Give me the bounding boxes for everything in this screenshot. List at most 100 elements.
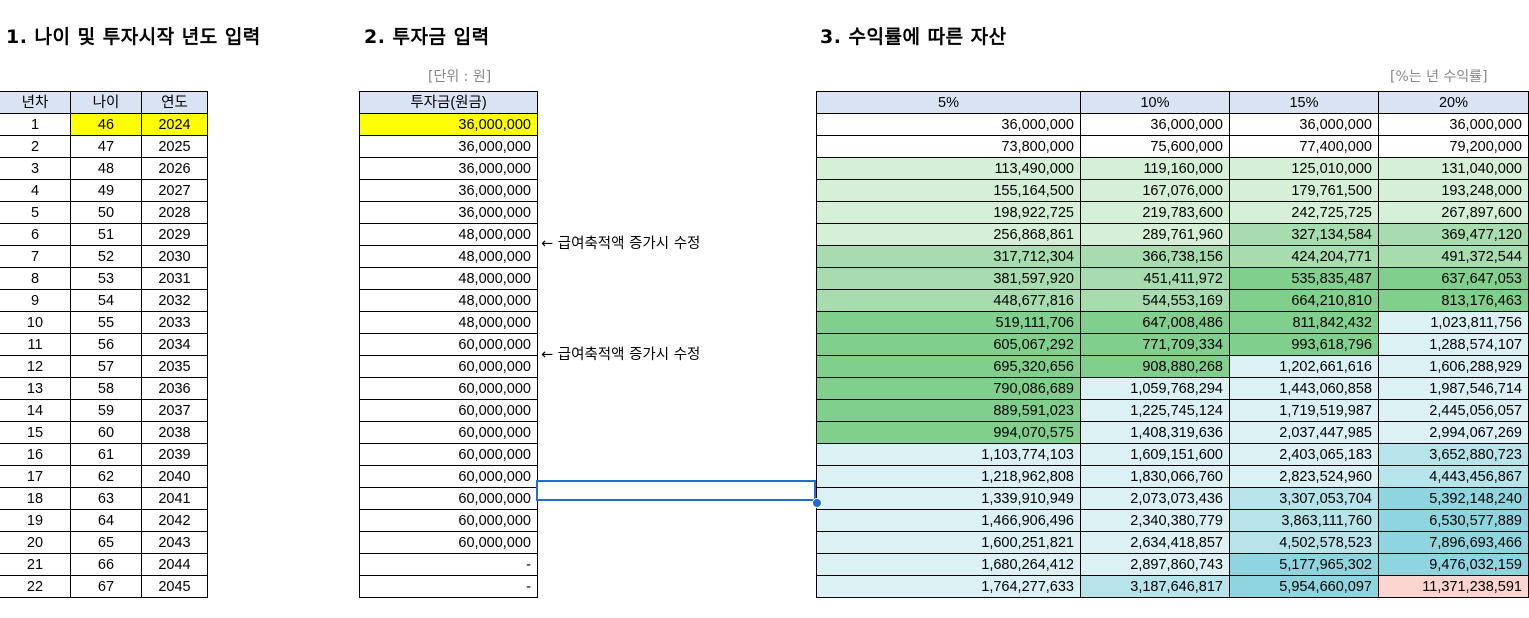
asset-cell[interactable]: 2,994,067,269 xyxy=(1378,421,1529,444)
table-cell[interactable]: 2044 xyxy=(141,553,208,576)
investment-cell[interactable]: 60,000,000 xyxy=(359,443,538,466)
asset-cell[interactable]: 448,677,816 xyxy=(816,289,1081,312)
table-cell[interactable]: 20 xyxy=(0,531,71,554)
investment-cell[interactable]: 36,000,000 xyxy=(359,157,538,180)
asset-cell[interactable]: 544,553,169 xyxy=(1080,289,1230,312)
investment-cell[interactable]: 48,000,000 xyxy=(359,267,538,290)
investment-cell[interactable]: 36,000,000 xyxy=(359,113,538,136)
asset-cell[interactable]: 1,059,768,294 xyxy=(1080,377,1230,400)
asset-cell[interactable]: 366,738,156 xyxy=(1080,245,1230,268)
table-cell[interactable]: 5 xyxy=(0,201,71,224)
investment-cell[interactable]: 60,000,000 xyxy=(359,333,538,356)
asset-cell[interactable]: 198,922,725 xyxy=(816,201,1081,224)
asset-cell[interactable]: 1,830,066,760 xyxy=(1080,465,1230,488)
asset-cell[interactable]: 1,408,319,636 xyxy=(1080,421,1230,444)
investment-cell[interactable]: 60,000,000 xyxy=(359,399,538,422)
selected-cell-outline[interactable] xyxy=(536,480,816,501)
table-cell[interactable]: 19 xyxy=(0,509,71,532)
table-cell[interactable]: 2028 xyxy=(141,201,208,224)
asset-cell[interactable]: 664,210,810 xyxy=(1229,289,1379,312)
asset-cell[interactable]: 1,606,288,929 xyxy=(1378,355,1529,378)
asset-cell[interactable]: 119,160,000 xyxy=(1080,157,1230,180)
asset-cell[interactable]: 381,597,920 xyxy=(816,267,1081,290)
table-cell[interactable]: 22 xyxy=(0,575,71,598)
asset-cell[interactable]: 289,761,960 xyxy=(1080,223,1230,246)
table-cell[interactable]: 2043 xyxy=(141,531,208,554)
asset-cell[interactable]: 11,371,238,591 xyxy=(1378,575,1529,598)
table-cell[interactable]: 2039 xyxy=(141,443,208,466)
table-cell[interactable]: 2030 xyxy=(141,245,208,268)
asset-cell[interactable]: 1,443,060,858 xyxy=(1229,377,1379,400)
asset-cell[interactable]: 113,490,000 xyxy=(816,157,1081,180)
asset-cell[interactable]: 1,202,661,616 xyxy=(1229,355,1379,378)
investment-cell[interactable]: 48,000,000 xyxy=(359,311,538,334)
table-cell[interactable]: 47 xyxy=(70,135,142,158)
asset-cell[interactable]: 36,000,000 xyxy=(1229,113,1379,136)
asset-cell[interactable]: 1,764,277,633 xyxy=(816,575,1081,598)
table-cell[interactable]: 2027 xyxy=(141,179,208,202)
asset-cell[interactable]: 242,725,725 xyxy=(1229,201,1379,224)
table-cell[interactable]: 52 xyxy=(70,245,142,268)
asset-cell[interactable]: 535,835,487 xyxy=(1229,267,1379,290)
investment-cell[interactable]: 60,000,000 xyxy=(359,421,538,444)
asset-cell[interactable]: 5,177,965,302 xyxy=(1229,553,1379,576)
table-cell[interactable]: 11 xyxy=(0,333,71,356)
investment-cell[interactable]: 60,000,000 xyxy=(359,377,538,400)
asset-cell[interactable]: 7,896,693,466 xyxy=(1378,531,1529,554)
asset-cell[interactable]: 167,076,000 xyxy=(1080,179,1230,202)
asset-cell[interactable]: 491,372,544 xyxy=(1378,245,1529,268)
asset-cell[interactable]: 267,897,600 xyxy=(1378,201,1529,224)
table-cell[interactable]: 3 xyxy=(0,157,71,180)
asset-cell[interactable]: 811,842,432 xyxy=(1229,311,1379,334)
asset-cell[interactable]: 256,868,861 xyxy=(816,223,1081,246)
investment-cell[interactable]: 36,000,000 xyxy=(359,135,538,158)
table-cell[interactable]: 53 xyxy=(70,267,142,290)
table-cell[interactable]: 2042 xyxy=(141,509,208,532)
table-cell[interactable]: 9 xyxy=(0,289,71,312)
table-cell[interactable]: 2026 xyxy=(141,157,208,180)
asset-cell[interactable]: 2,823,524,960 xyxy=(1229,465,1379,488)
asset-cell[interactable]: 1,103,774,103 xyxy=(816,443,1081,466)
table-cell[interactable]: 6 xyxy=(0,223,71,246)
asset-cell[interactable]: 5,392,148,240 xyxy=(1378,487,1529,510)
asset-cell[interactable]: 993,618,796 xyxy=(1229,333,1379,356)
table-cell[interactable]: 2 xyxy=(0,135,71,158)
table-cell[interactable]: 15 xyxy=(0,421,71,444)
table-cell[interactable]: 65 xyxy=(70,531,142,554)
asset-cell[interactable]: 2,445,056,057 xyxy=(1378,399,1529,422)
investment-cell[interactable]: 60,000,000 xyxy=(359,355,538,378)
table-cell[interactable]: 4 xyxy=(0,179,71,202)
investment-cell[interactable]: 48,000,000 xyxy=(359,289,538,312)
asset-cell[interactable]: 2,073,073,436 xyxy=(1080,487,1230,510)
table-cell[interactable]: 48 xyxy=(70,157,142,180)
asset-cell[interactable]: 695,320,656 xyxy=(816,355,1081,378)
table-cell[interactable]: 16 xyxy=(0,443,71,466)
table-cell[interactable]: 51 xyxy=(70,223,142,246)
asset-cell[interactable]: 3,187,646,817 xyxy=(1080,575,1230,598)
table-cell[interactable]: 2029 xyxy=(141,223,208,246)
investment-cell[interactable]: 36,000,000 xyxy=(359,179,538,202)
table-cell[interactable]: 7 xyxy=(0,245,71,268)
asset-cell[interactable]: 9,476,032,159 xyxy=(1378,553,1529,576)
asset-cell[interactable]: 317,712,304 xyxy=(816,245,1081,268)
asset-cell[interactable]: 131,040,000 xyxy=(1378,157,1529,180)
asset-cell[interactable]: 4,502,578,523 xyxy=(1229,531,1379,554)
asset-cell[interactable]: 1,225,745,124 xyxy=(1080,399,1230,422)
asset-cell[interactable]: 4,443,456,867 xyxy=(1378,465,1529,488)
table-cell[interactable]: 50 xyxy=(70,201,142,224)
asset-cell[interactable]: 3,863,111,760 xyxy=(1229,509,1379,532)
table-cell[interactable]: 2040 xyxy=(141,465,208,488)
asset-cell[interactable]: 790,086,689 xyxy=(816,377,1081,400)
table-cell[interactable]: 13 xyxy=(0,377,71,400)
table-cell[interactable]: 17 xyxy=(0,465,71,488)
asset-cell[interactable]: 1,218,962,808 xyxy=(816,465,1081,488)
investment-cell[interactable]: 60,000,000 xyxy=(359,465,538,488)
asset-cell[interactable]: 1,339,910,949 xyxy=(816,487,1081,510)
table-cell[interactable]: 49 xyxy=(70,179,142,202)
asset-cell[interactable]: 77,400,000 xyxy=(1229,135,1379,158)
table-cell[interactable]: 62 xyxy=(70,465,142,488)
table-cell[interactable]: 57 xyxy=(70,355,142,378)
investment-cell[interactable]: 60,000,000 xyxy=(359,487,538,510)
table-cell[interactable]: 2032 xyxy=(141,289,208,312)
asset-cell[interactable]: 369,477,120 xyxy=(1378,223,1529,246)
